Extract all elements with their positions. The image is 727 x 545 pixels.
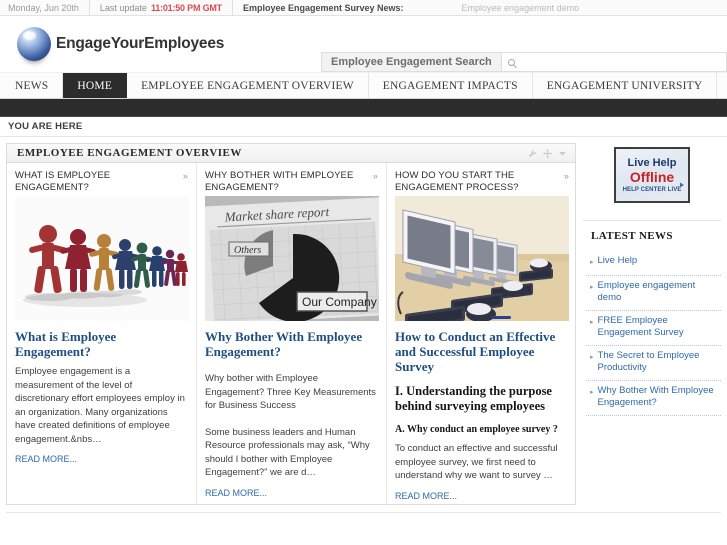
paper-people-chain-image[interactable]: [15, 196, 189, 321]
chevron-down-icon[interactable]: [558, 149, 567, 158]
search-label: Employee Engagement Search: [321, 52, 502, 72]
last-update-label: Last update: [99, 2, 147, 13]
bullet-icon: ▸: [590, 283, 594, 291]
article-column-3: HOW DO YOU START THE ENGAGEMENT PROCESS?…: [387, 163, 577, 504]
svg-text:Others: Others: [234, 245, 261, 256]
bullet-icon: ▸: [590, 259, 594, 266]
article-2-body-2: Some business leaders and Human Resource…: [205, 426, 370, 479]
globe-orb-icon: [17, 27, 51, 61]
article-3-title[interactable]: How to Conduct an Effective and Successf…: [395, 329, 569, 374]
site-logo-text: EngageYourEmployees: [56, 35, 225, 52]
article-column-2-header: WHY BOTHER WITH EMPLOYEE ENGAGEMENT? »: [205, 170, 378, 194]
news-list-item-label: Why Bother With Employee Engagement?: [597, 384, 714, 409]
news-ticker-item[interactable]: Employee engagement demo: [462, 3, 580, 13]
news-ticker-label: Employee Engagement Survey News:: [242, 2, 404, 13]
article-2-read-more[interactable]: READ MORE...: [205, 488, 267, 498]
nav-dark-strip: [0, 99, 727, 117]
live-help-status: Offline: [629, 168, 675, 185]
news-list-item-label: The Secret to Employee Productivity: [597, 349, 700, 374]
site-header: EngageYourEmployees Employee Engagement …: [0, 16, 727, 73]
article-2-title[interactable]: Why Bother With Employee Engagement?: [205, 329, 378, 359]
wrench-icon[interactable]: [528, 149, 537, 158]
market-share-pie-chart-image[interactable]: Market share report Others Our Company: [205, 196, 379, 321]
news-list-item[interactable]: ▸ FREE Employee Engagement Survey: [586, 311, 721, 346]
search-input-wrap[interactable]: [501, 52, 727, 72]
bullet-icon: ▸: [590, 318, 594, 326]
search-input[interactable]: [518, 56, 709, 68]
bullet-icon: ▸: [590, 388, 594, 396]
nav-item-home[interactable]: HOME: [63, 73, 128, 98]
bullet-icon: ▸: [590, 353, 594, 361]
site-footer: [0, 517, 727, 527]
more-chevron-icon[interactable]: »: [373, 170, 378, 182]
live-help-widget[interactable]: Live Help Offline HELP CENTER LIVE: [614, 147, 690, 203]
live-help-brand: HELP CENTER LIVE: [622, 186, 682, 193]
main-content: EMPLOYEE ENGAGEMENT OVERVIEW WHAT IS EMP…: [0, 137, 727, 505]
news-list-item[interactable]: ▸ Why Bother With Employee Engagement?: [586, 381, 721, 416]
article-1-body: Employee engagement is a measurement of …: [15, 366, 185, 445]
news-list-item[interactable]: ▸ Live Help: [586, 251, 721, 276]
current-date: Monday, Jun 20th: [8, 2, 79, 13]
main-navigation: NEWS HOME EMPLOYEE ENGAGEMENT OVERVIEW E…: [0, 73, 727, 99]
panel-tools: [528, 148, 567, 158]
help-arrow-icon: [674, 176, 684, 194]
news-list-item[interactable]: ▸ The Secret to Employee Productivity: [586, 346, 721, 381]
news-list-item[interactable]: ▸ Employee engagement demo: [586, 276, 721, 311]
search-icon: [507, 58, 515, 66]
article-column-3-header: HOW DO YOU START THE ENGAGEMENT PROCESS?…: [395, 170, 569, 194]
move-icon[interactable]: [543, 148, 552, 158]
article-column-2-header-label: WHY BOTHER WITH EMPLOYEE ENGAGEMENT?: [205, 170, 354, 193]
article-columns: WHAT IS EMPLOYEE ENGAGEMENT? » What is E…: [7, 163, 575, 504]
search-area: Employee Engagement Search: [321, 52, 727, 72]
more-chevron-icon[interactable]: »: [183, 170, 188, 182]
nav-item-engagement-impacts[interactable]: ENGAGEMENT IMPACTS: [368, 73, 533, 98]
article-3-read-more[interactable]: READ MORE...: [395, 491, 457, 501]
footer-divider: [6, 511, 721, 513]
overview-panel: EMPLOYEE ENGAGEMENT OVERVIEW WHAT IS EMP…: [6, 143, 576, 505]
latest-news-list: ▸ Live Help ▸ Employee engagement demo ▸…: [583, 251, 721, 416]
news-list-item-label: FREE Employee Engagement Survey: [597, 314, 684, 339]
nav-item-news[interactable]: NEWS: [1, 73, 64, 98]
nav-item-employee-engagement-overview[interactable]: EMPLOYEE ENGAGEMENT OVERVIEW: [127, 73, 369, 98]
last-update-time: 11:01:50 PM GMT: [150, 2, 222, 13]
article-column-3-header-label: HOW DO YOU START THE ENGAGEMENT PROCESS?: [395, 170, 519, 193]
overview-panel-header: EMPLOYEE ENGAGEMENT OVERVIEW: [7, 144, 575, 163]
article-3-body: To conduct an effective and successful e…: [395, 443, 558, 481]
more-chevron-icon[interactable]: »: [564, 170, 569, 182]
news-ticker: Employee Engagement Survey News: Employe…: [231, 0, 589, 16]
latest-news-title: LATEST NEWS: [591, 230, 673, 242]
article-1-read-more[interactable]: READ MORE...: [15, 454, 77, 464]
news-list-item-label: Employee engagement demo: [597, 279, 696, 304]
sidebar: Live Help Offline HELP CENTER LIVE LATES…: [583, 143, 721, 505]
article-column-1-header: WHAT IS EMPLOYEE ENGAGEMENT? »: [15, 170, 188, 194]
article-3-heading-3: A. Why conduct an employee survey ?: [395, 424, 558, 435]
computer-monitors-row-image[interactable]: [395, 196, 569, 321]
article-1-title[interactable]: What is Employee Engagement?: [15, 329, 188, 359]
page-title: EMPLOYEE ENGAGEMENT OVERVIEW: [17, 147, 242, 159]
article-column-1: WHAT IS EMPLOYEE ENGAGEMENT? » What is E…: [7, 163, 197, 504]
breadcrumb: YOU ARE HERE: [0, 117, 727, 137]
article-2-body: Why bother with Employee Engagement? Thr…: [205, 373, 376, 411]
article-column-1-header-label: WHAT IS EMPLOYEE ENGAGEMENT?: [15, 170, 111, 193]
nav-item-engagement-university[interactable]: ENGAGEMENT UNIVERSITY: [532, 73, 718, 98]
svg-text:Our Company: Our Company: [302, 295, 377, 309]
article-3-heading-2: I. Understanding the purpose behind surv…: [395, 384, 552, 413]
last-update: Last update 11:01:50 PM GMT: [88, 0, 232, 16]
article-column-2: WHY BOTHER WITH EMPLOYEE ENGAGEMENT? » M…: [197, 163, 387, 504]
live-help-line-1: Live Help: [627, 156, 677, 169]
site-logo[interactable]: EngageYourEmployees: [0, 27, 224, 61]
news-list-item-label: Live Help: [597, 255, 638, 266]
top-utility-bar: Monday, Jun 20th Last update 11:01:50 PM…: [0, 0, 727, 16]
